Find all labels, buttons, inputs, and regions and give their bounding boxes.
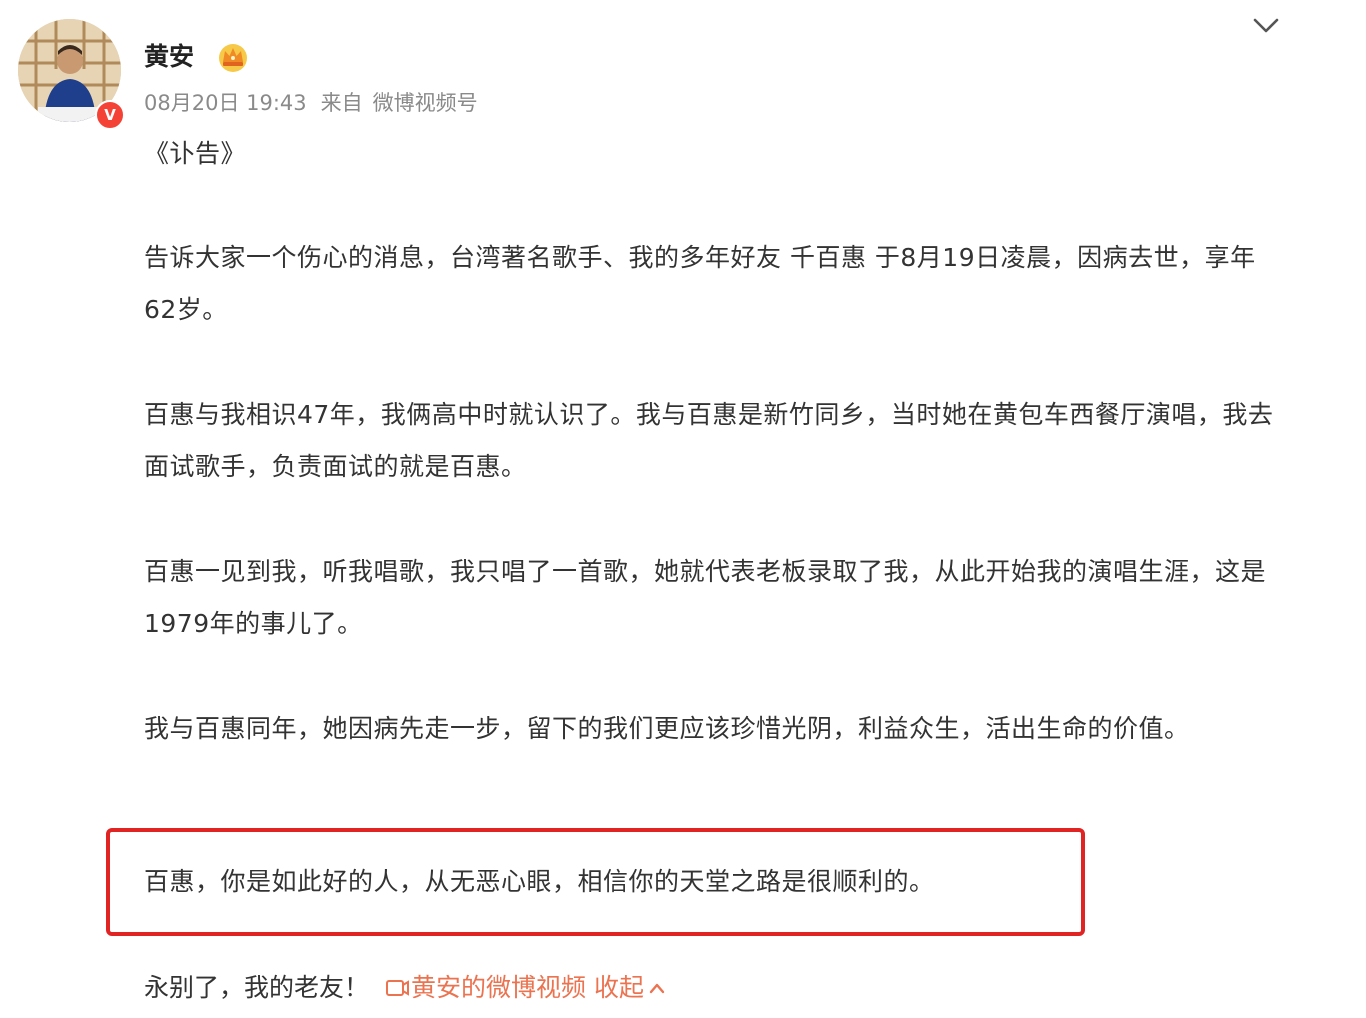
post-time[interactable]: 08月20日 19:43 [144,91,307,115]
post-meta: 08月20日 19:43 来自 微博视频号 [144,88,478,118]
paragraph: 百惠与我相识47年，我俩高中时就认识了。我与百惠是新竹同乡，当时她在黄包车西餐厅… [144,400,1274,481]
paragraph: 百惠一见到我，听我唱歌，我只唱了一首歌，她就代表老板录取了我，从此开始我的演唱生… [144,557,1267,638]
chevron-up-icon[interactable] [648,981,666,995]
chevron-down-icon[interactable] [1250,14,1282,38]
post-source[interactable]: 微博视频号 [373,91,478,115]
paragraph: 我与百惠同年，她因病先走一步，留下的我们更应该珍惜光阴，利益众生，活出生命的价值… [144,714,1190,743]
collapse-label[interactable]: 收起 [594,973,644,1002]
post-content: 《讣告》 告诉大家一个伤心的消息，台湾著名歌手、我的多年好友 千百惠 于8月19… [144,128,1274,808]
closing-text: 永别了，我的老友！ [144,973,370,1002]
video-link[interactable]: 黄安的微博视频 [385,973,586,1002]
video-icon [386,980,410,996]
closing-line: 永别了，我的老友！ 黄安的微博视频 收起 [144,962,666,1014]
post-title: 《讣告》 [144,139,247,168]
collapse-button[interactable]: 收起 [594,973,666,1002]
highlighted-paragraph: 百惠，你是如此好的人，从无恶心眼，相信你的天堂之路是很顺利的。 [144,867,935,896]
video-link-label[interactable]: 黄安的微博视频 [411,973,586,1002]
author-name[interactable]: 黄安 [144,40,194,74]
weibo-post: V 黄安 08月20日 19:43 来自 微博视频号 《讣告》 告诉大家一个伤心的消… [0,0,1366,1018]
source-prefix: 来自 [320,91,363,115]
verified-icon: V [95,100,125,130]
paragraph: 告诉大家一个伤心的消息，台湾著名歌手、我的多年好友 千百惠 于8月19日凌晨，因… [144,243,1256,324]
crown-icon [219,44,247,72]
